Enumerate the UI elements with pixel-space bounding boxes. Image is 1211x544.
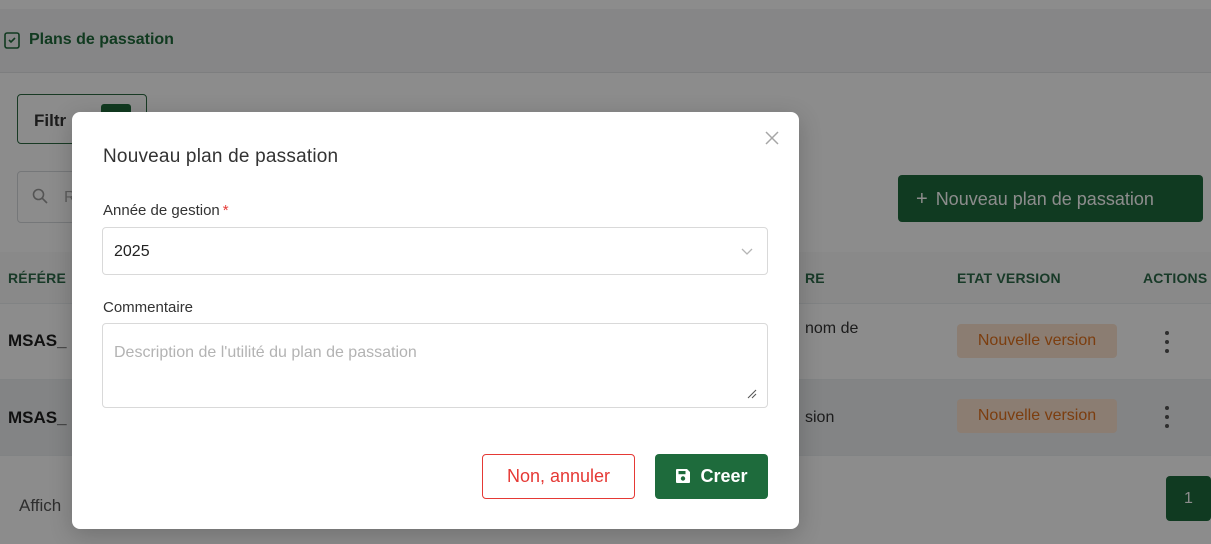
comment-field-label: Commentaire xyxy=(103,299,194,316)
year-label-text: Année de gestion xyxy=(103,202,220,219)
required-asterisk: * xyxy=(222,202,229,219)
comment-placeholder: Description de l'utilité du plan de pass… xyxy=(114,344,417,361)
year-select-value: 2025 xyxy=(114,243,150,260)
chevron-down-icon xyxy=(741,248,753,255)
save-icon xyxy=(676,469,691,483)
comment-textarea[interactable]: Description de l'utilité du plan de pass… xyxy=(102,323,768,408)
year-select[interactable]: 2025 xyxy=(102,227,768,275)
cancel-button[interactable]: Non, annuler xyxy=(482,454,635,499)
new-plan-dialog: Nouveau plan de passation Année de gesti… xyxy=(72,112,799,529)
create-button-label: Creer xyxy=(700,466,748,486)
year-field-label: Année de gestion * xyxy=(103,202,229,219)
resize-handle-icon[interactable] xyxy=(747,389,757,399)
dialog-title: Nouveau plan de passation xyxy=(103,146,339,167)
close-icon[interactable] xyxy=(763,129,781,147)
create-button[interactable]: Creer xyxy=(655,454,768,499)
